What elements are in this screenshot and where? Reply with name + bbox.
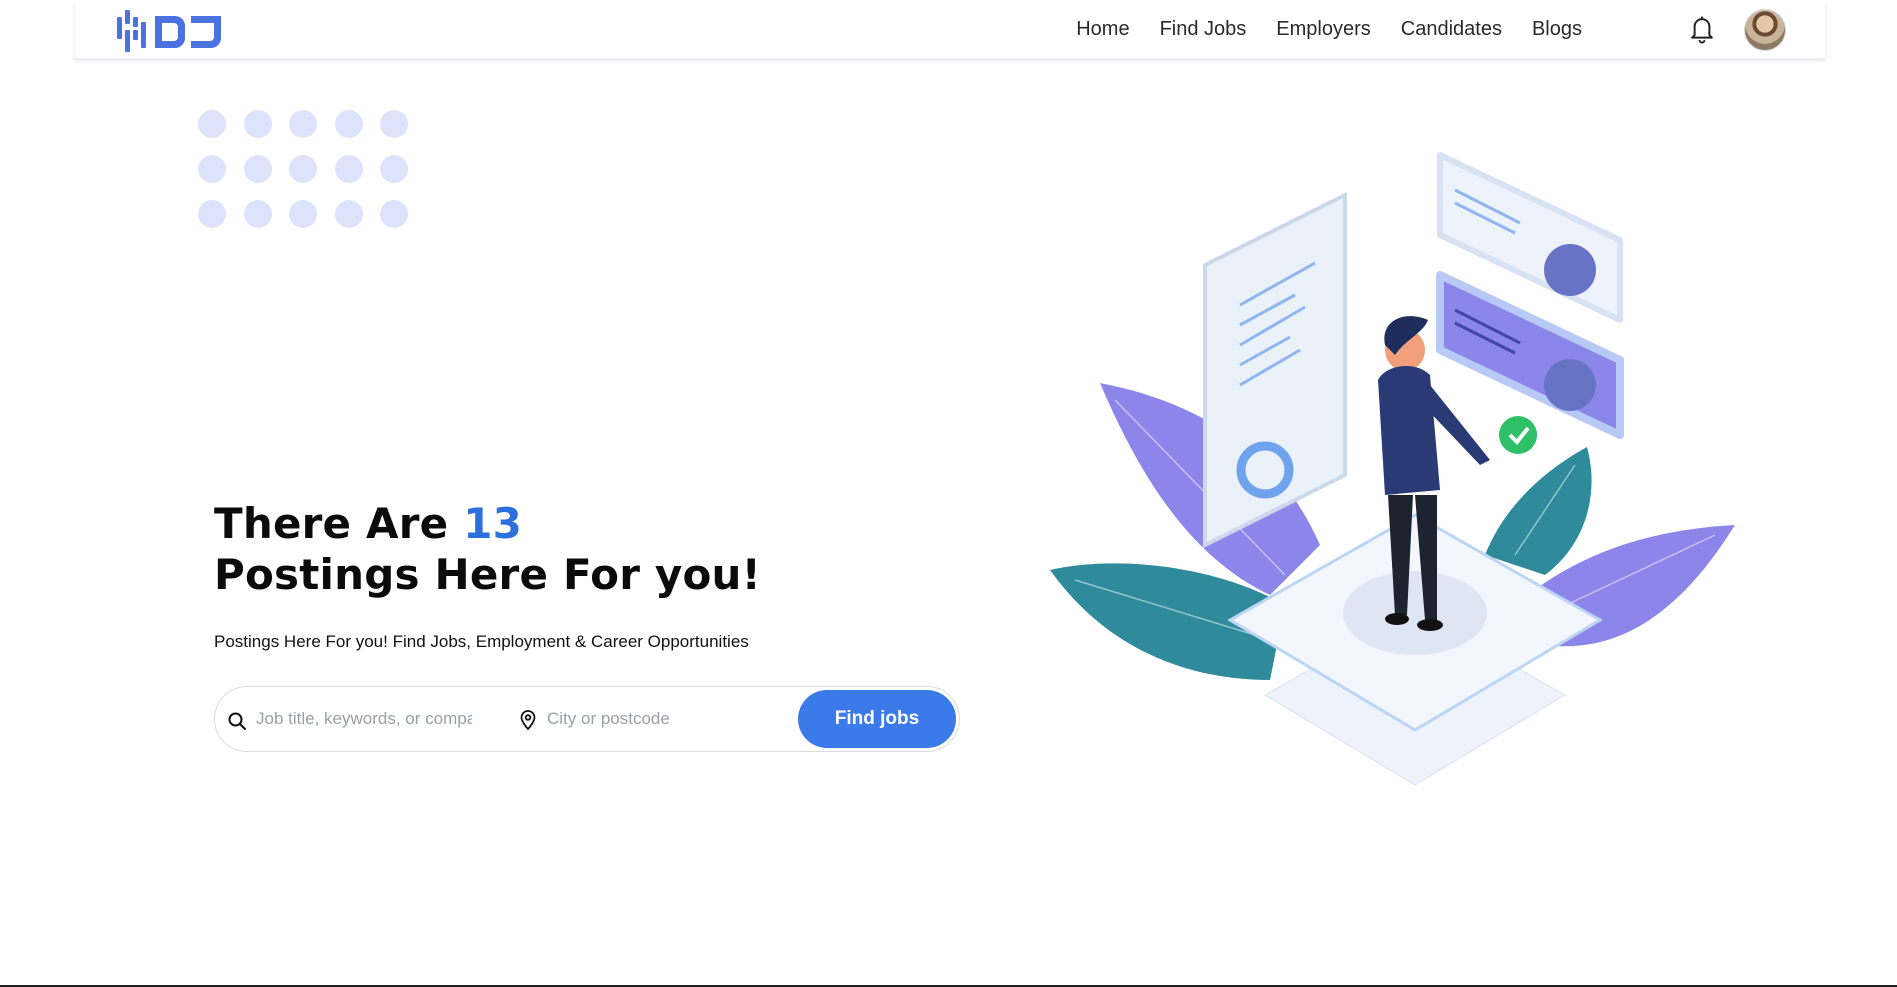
nav-find-jobs[interactable]: Find Jobs [1160, 18, 1247, 41]
location-search-input[interactable] [547, 701, 787, 737]
decor-dot [243, 200, 272, 228]
check-badge-icon [1499, 416, 1537, 454]
search-icon [228, 712, 246, 730]
platform-shadow [1343, 571, 1487, 655]
decor-dot [334, 110, 363, 138]
decor-dot [380, 200, 408, 228]
decorative-dot-grid [198, 110, 408, 228]
nav-home[interactable]: Home [1076, 18, 1129, 41]
nav-blogs[interactable]: Blogs [1532, 18, 1582, 41]
location-pin-icon [520, 710, 536, 731]
decor-dot [243, 110, 272, 138]
bell-icon[interactable] [1687, 13, 1717, 45]
find-jobs-button[interactable]: Find jobs [798, 690, 956, 748]
teal-leaf-right [1485, 447, 1592, 575]
main-nav: Home Find Jobs Employers Candidates Blog… [1076, 0, 1582, 59]
keyword-search-input[interactable] [256, 701, 472, 737]
decor-dot [380, 155, 408, 183]
hero-illustration [1050, 152, 1735, 786]
profile-avatar-icon [1544, 359, 1596, 411]
job-search-bar: Find jobs [214, 686, 960, 752]
hero-title-prefix: There Are [214, 499, 464, 548]
profile-avatar-icon [1544, 244, 1596, 296]
decor-dot [198, 155, 226, 183]
hero-title: There Are 13 Postings Here For you! [214, 498, 761, 600]
decor-dot [198, 200, 226, 228]
hdj-logo[interactable] [115, 8, 225, 54]
decor-dot [289, 200, 317, 228]
decor-dot [334, 200, 363, 228]
decor-dot [198, 110, 226, 138]
decor-dot [289, 155, 317, 183]
hero-title-line2: Postings Here For you! [214, 550, 762, 599]
nav-employers[interactable]: Employers [1276, 18, 1370, 41]
decor-dot [380, 110, 408, 138]
decor-dot [289, 110, 317, 138]
nav-candidates[interactable]: Candidates [1401, 18, 1502, 41]
decor-dot [243, 155, 272, 183]
user-avatar[interactable] [1744, 9, 1786, 51]
hero-subtitle: Postings Here For you! Find Jobs, Employ… [214, 632, 749, 651]
job-count: 13 [463, 499, 523, 548]
top-navbar: Home Find Jobs Employers Candidates Blog… [75, 0, 1825, 59]
decor-dot [334, 155, 363, 183]
